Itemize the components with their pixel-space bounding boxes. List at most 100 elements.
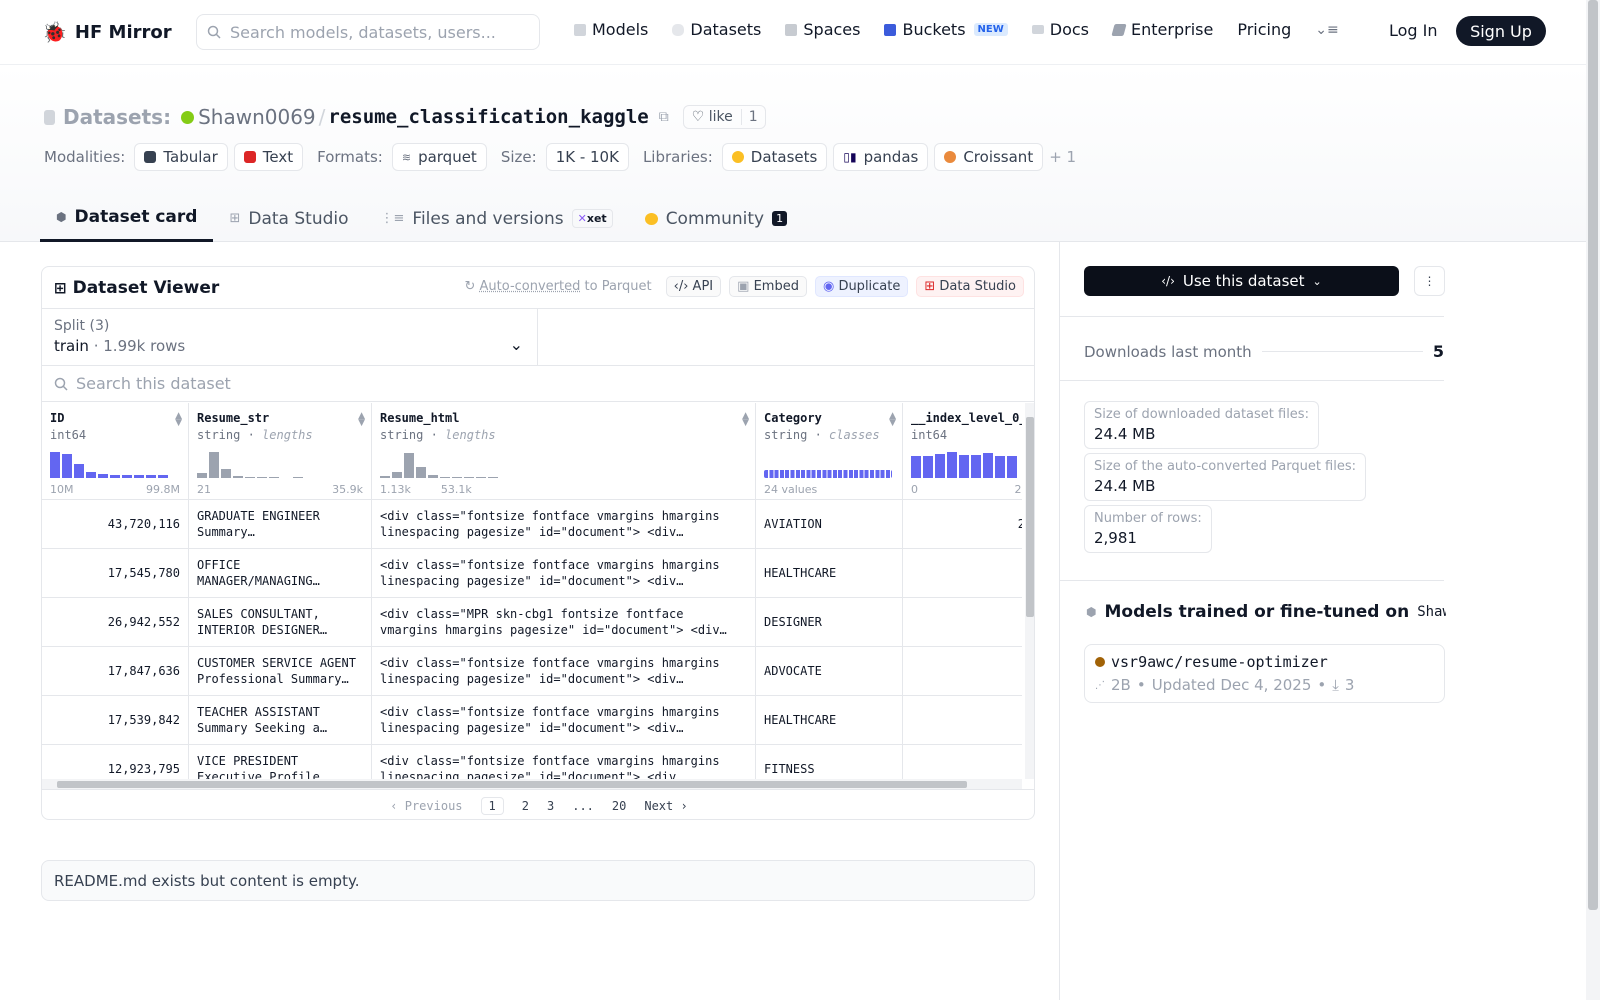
page-2[interactable]: 2: [522, 799, 529, 813]
more-options-button[interactable]: ⋮: [1414, 266, 1445, 296]
table-cell[interactable]: ADVOCATE: [756, 647, 902, 696]
page-scrollbar[interactable]: [1586, 0, 1600, 1000]
table-cell[interactable]: 17,847,636: [42, 647, 188, 696]
sort-icon[interactable]: ▲ ▼: [889, 412, 896, 428]
table-cell[interactable]: VICE PRESIDENT Executive Profile…: [189, 745, 371, 779]
tag-pandas[interactable]: ▯▮ pandas: [833, 143, 929, 171]
table-cell[interactable]: 26,942,552: [42, 598, 188, 647]
table-cell[interactable]: [903, 647, 1022, 696]
duplicate-button[interactable]: ◉ Duplicate: [814, 276, 909, 297]
api-label: API: [692, 279, 714, 294]
column-header[interactable]: ID int64 ▲ ▼ 10M 99.8M: [42, 403, 188, 500]
table-cell[interactable]: AVIATION: [756, 500, 902, 549]
use-dataset-button[interactable]: ‹/› Use this dataset ⌄: [1084, 266, 1399, 296]
next-label: Next: [644, 798, 674, 813]
table-cell[interactable]: 12,923,795: [42, 745, 188, 779]
tag-datasets-lib[interactable]: Datasets: [721, 143, 828, 171]
dataset-title-row: Datasets: Shawn0069 / resume_classificat…: [44, 105, 766, 129]
table-cell[interactable]: 17,539,842: [42, 696, 188, 745]
table-cell[interactable]: <div class="fontsize fontface vmargins h…: [372, 696, 755, 745]
table-cell[interactable]: 17,545,780: [42, 549, 188, 598]
sort-icon[interactable]: ▲ ▼: [358, 412, 365, 428]
models-heading-org[interactable]: Shawn00…: [1417, 604, 1446, 620]
copy-icon[interactable]: ⧉: [659, 109, 669, 125]
dataset-name[interactable]: resume_classification_kaggle: [328, 106, 648, 128]
tag-croissant[interactable]: Croissant: [934, 143, 1044, 171]
brand[interactable]: 🐞 HF Mirror: [42, 20, 172, 44]
dot-separator: •: [1136, 676, 1146, 694]
table-cell[interactable]: [903, 549, 1022, 598]
auto-converted-link[interactable]: Auto-converted: [480, 279, 581, 294]
table-cell[interactable]: HEALTHCARE: [756, 549, 902, 598]
histogram-range: 24 values: [764, 483, 894, 496]
table-cell[interactable]: 43,720,116: [42, 500, 188, 549]
column-header[interactable]: Resume_html string · lengths ▲ ▼ 1.13k 53.…: [372, 403, 755, 500]
tab-community[interactable]: Community 1: [629, 195, 803, 242]
scroll-thumb[interactable]: [1026, 417, 1034, 617]
nav-datasets-label: Datasets: [690, 20, 762, 39]
vertical-scrollbar[interactable]: [1025, 403, 1034, 779]
tag-text[interactable]: Text: [233, 143, 304, 171]
nav-docs[interactable]: Docs: [1031, 20, 1089, 39]
column-header[interactable]: __index_level_0__ int64 0 2.: [903, 403, 1022, 500]
tag-parquet[interactable]: ≋ parquet: [391, 143, 487, 171]
table-cell[interactable]: [903, 598, 1022, 647]
column-header[interactable]: Resume_str string · lengths ▲ ▼ 21 35.9k: [189, 403, 371, 500]
nav-enterprise[interactable]: Enterprise: [1111, 20, 1213, 39]
table-cell[interactable]: <div class="fontsize fontface vmargins h…: [372, 500, 755, 549]
table-cell[interactable]: <div class="fontsize fontface vmargins h…: [372, 745, 755, 779]
table-cell[interactable]: OFFICE MANAGER/MANAGING DIRECTOR Profess…: [189, 549, 371, 598]
page-1[interactable]: 1: [480, 796, 504, 815]
nav-buckets[interactable]: Buckets NEW: [884, 20, 1008, 39]
next-page[interactable]: Next ›: [644, 799, 687, 813]
tab-data-studio[interactable]: ⊞ Data Studio: [213, 195, 364, 242]
api-button[interactable]: ‹/› API: [665, 276, 722, 297]
more-menu-icon[interactable]: ⌄≡: [1315, 22, 1338, 38]
table-cell[interactable]: <div class="fontsize fontface vmargins h…: [372, 549, 755, 598]
table-cell[interactable]: FITNESS: [756, 745, 902, 779]
model-params: 2B: [1111, 676, 1131, 694]
tag-tabular-label: Tabular: [163, 148, 218, 166]
split-selector[interactable]: Split (3) train · 1.99k rows ⌄: [42, 309, 538, 365]
model-avatar: [1095, 657, 1105, 667]
like-button[interactable]: ♡ like 1: [682, 105, 766, 129]
signup-button[interactable]: Sign Up: [1456, 16, 1546, 46]
table-cell[interactable]: TEACHER ASSISTANT Summary Seeking a…: [189, 696, 371, 745]
tab-files-versions[interactable]: ⋮≡ Files and versions ✕xet: [365, 195, 629, 242]
page-scroll-thumb[interactable]: [1588, 0, 1598, 910]
table-cell[interactable]: <div class="MPR skn-cbg1 fontsize fontfa…: [372, 598, 755, 647]
page-20[interactable]: 20: [612, 799, 626, 813]
org-link[interactable]: Shawn0069: [198, 105, 316, 129]
table-cell[interactable]: CUSTOMER SERVICE AGENT Professional Summ…: [189, 647, 371, 696]
data-studio-button[interactable]: ⊞ Data Studio: [916, 276, 1024, 297]
table-cell[interactable]: GRADUATE ENGINEER Summary Intellectually…: [189, 500, 371, 549]
model-card[interactable]: vsr9awc/resume-optimizer ⋰ 2B • Updated Dec…: [1084, 644, 1445, 703]
table-cell[interactable]: SALES CONSULTANT, INTERIOR DESIGNER…: [189, 598, 371, 647]
column-header[interactable]: Category string · classes ▲ ▼ 24 values: [756, 403, 902, 500]
nav-models[interactable]: Models: [574, 20, 648, 39]
nav-spaces[interactable]: Spaces: [785, 20, 860, 39]
previous-page[interactable]: ‹ Previous: [390, 799, 462, 813]
table-cell[interactable]: 2: [903, 500, 1022, 549]
embed-button[interactable]: ▣ Embed: [729, 276, 807, 297]
table-cell[interactable]: [903, 745, 1022, 779]
nav-pricing[interactable]: Pricing: [1237, 20, 1291, 39]
org-avatar[interactable]: [181, 110, 195, 124]
table-cell[interactable]: DESIGNER: [756, 598, 902, 647]
dataset-search-input[interactable]: Search this dataset: [42, 366, 1034, 402]
login-link[interactable]: Log In: [1389, 21, 1438, 40]
sort-icon[interactable]: ▲ ▼: [742, 412, 749, 428]
tag-tabular[interactable]: Tabular: [134, 143, 228, 171]
tag-size[interactable]: 1K - 10K: [545, 143, 629, 171]
table-cell[interactable]: [903, 696, 1022, 745]
page-3[interactable]: 3: [547, 799, 554, 813]
table-cell[interactable]: HEALTHCARE: [756, 696, 902, 745]
global-search-input[interactable]: Search models, datasets, users...: [196, 14, 540, 50]
tab-dataset-card[interactable]: ⬢ Dataset card: [40, 195, 214, 242]
more-libraries[interactable]: + 1: [1049, 148, 1076, 166]
sort-icon[interactable]: ▲ ▼: [175, 412, 182, 428]
scroll-thumb[interactable]: [57, 781, 967, 788]
nav-datasets[interactable]: Datasets: [672, 20, 761, 39]
horizontal-scrollbar[interactable]: [42, 779, 1022, 789]
table-cell[interactable]: <div class="fontsize fontface vmargins h…: [372, 647, 755, 696]
